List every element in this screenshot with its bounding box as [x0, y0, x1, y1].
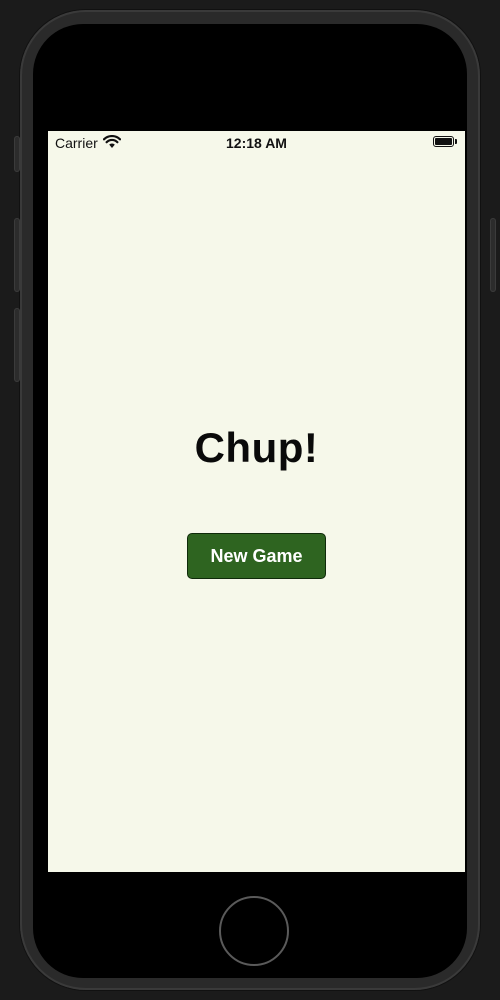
- battery-icon: [433, 136, 457, 147]
- simulator-stage: Carrier 12:18 AM Chup! New Game: [0, 0, 500, 1000]
- power-button: [490, 218, 496, 292]
- new-game-button[interactable]: New Game: [187, 533, 326, 579]
- app-screen: Carrier 12:18 AM Chup! New Game: [48, 131, 465, 872]
- home-button[interactable]: [219, 896, 289, 966]
- status-bar: Carrier 12:18 AM: [48, 131, 465, 155]
- status-time: 12:18 AM: [226, 135, 287, 151]
- volume-down-button: [14, 308, 20, 382]
- mute-switch: [14, 136, 20, 172]
- app-title: Chup!: [194, 424, 319, 471]
- volume-up-button: [14, 218, 20, 292]
